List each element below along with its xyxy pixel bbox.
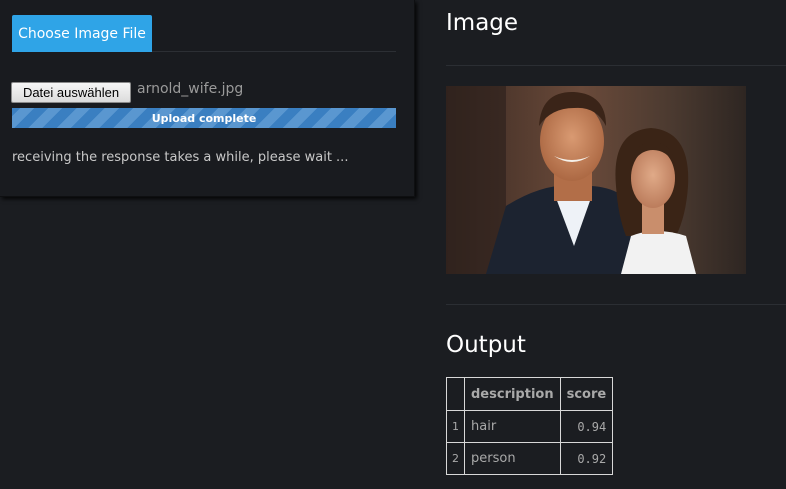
file-choose-button[interactable]: Datei auswählen [11, 82, 131, 103]
output-heading: Output [446, 332, 526, 358]
row-description: person [464, 442, 561, 475]
divider [446, 65, 786, 66]
image-heading: Image [446, 10, 519, 36]
upload-progress-label: Upload complete [151, 111, 257, 125]
row-description: hair [464, 410, 561, 443]
choose-image-file-tab[interactable]: Choose Image File [12, 15, 152, 52]
row-score: 0.94 [559, 410, 614, 443]
upload-progress-bar: Upload complete [12, 108, 396, 128]
table-header-row: description score [446, 377, 614, 411]
table-row: 1 hair 0.94 [446, 410, 614, 443]
column-header-description: description [464, 377, 561, 411]
row-score: 0.92 [559, 442, 614, 475]
row-index: 2 [446, 442, 465, 475]
selected-file-name: arnold_wife.jpg [137, 81, 244, 97]
column-header-index [446, 377, 465, 411]
status-message: receiving the response takes a while, pl… [12, 150, 349, 165]
tab-divider [152, 51, 396, 52]
table-row: 2 person 0.92 [446, 442, 614, 475]
output-table: description score 1 hair 0.94 2 person 0… [446, 377, 614, 475]
row-index: 1 [446, 410, 465, 443]
divider [446, 304, 786, 305]
upload-panel: Choose Image File Datei auswählen arnold… [0, 0, 415, 197]
column-header-score: score [559, 377, 614, 411]
uploaded-image [446, 86, 746, 274]
